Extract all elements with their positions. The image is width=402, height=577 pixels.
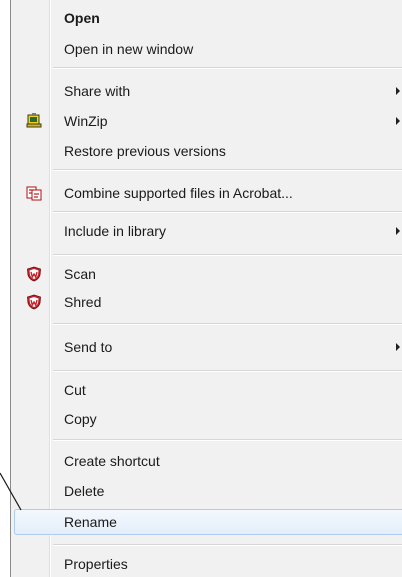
menu-item-label: Restore previous versions xyxy=(64,143,226,159)
submenu-arrow-icon xyxy=(396,87,400,95)
menu-item-label: Share with xyxy=(64,83,131,99)
menu-item-create-shortcut[interactable]: Create shortcut xyxy=(14,448,402,474)
menu-item-label: Copy xyxy=(64,411,97,427)
menu-separator xyxy=(53,323,402,325)
submenu-arrow-icon xyxy=(396,227,400,235)
menu-item-open[interactable]: Open xyxy=(14,5,402,31)
menu-item-restore-previous-versions[interactable]: Restore previous versions xyxy=(14,138,402,164)
menu-separator xyxy=(53,544,402,546)
menu-item-label: Properties xyxy=(64,556,128,572)
menu-item-label: Open in new window xyxy=(64,41,194,57)
menu-item-properties[interactable]: Properties xyxy=(14,551,402,577)
menu-item-label: Combine supported files in Acrobat... xyxy=(64,185,293,201)
menu-item-label: Open xyxy=(64,10,100,26)
menu-item-label: Create shortcut xyxy=(64,453,160,469)
menu-separator xyxy=(53,169,402,171)
menu-item-scan[interactable]: Scan xyxy=(14,261,402,287)
menu-item-label: Shred xyxy=(64,294,102,310)
menu-item-label: Delete xyxy=(64,483,105,499)
menu-separator xyxy=(53,211,402,213)
context-menu: Open Open in new window Share with WinZi… xyxy=(10,0,402,577)
menu-item-combine-acrobat[interactable]: Combine supported files in Acrobat... xyxy=(14,180,402,206)
menu-item-cut[interactable]: Cut xyxy=(14,377,402,403)
acrobat-combine-icon xyxy=(26,185,42,201)
menu-item-label: Send to xyxy=(64,339,113,355)
menu-separator xyxy=(53,254,402,256)
menu-separator xyxy=(53,67,402,69)
menu-item-label: WinZip xyxy=(64,113,108,129)
submenu-arrow-icon xyxy=(396,343,400,351)
menu-item-send-to[interactable]: Send to xyxy=(14,334,402,360)
menu-item-label: Rename xyxy=(64,514,117,530)
menu-item-delete[interactable]: Delete xyxy=(14,478,402,504)
menu-item-shred[interactable]: Shred xyxy=(14,289,402,315)
menu-item-share-with[interactable]: Share with xyxy=(14,78,402,104)
menu-item-copy[interactable]: Copy xyxy=(14,406,402,432)
menu-item-winzip[interactable]: WinZip xyxy=(14,108,402,134)
mcafee-shield-icon xyxy=(26,294,42,310)
submenu-arrow-icon xyxy=(396,117,400,125)
mcafee-shield-icon xyxy=(26,266,42,282)
menu-item-label: Scan xyxy=(64,266,96,282)
menu-separator xyxy=(53,439,402,441)
menu-item-label: Include in library xyxy=(64,223,166,239)
menu-item-label: Cut xyxy=(64,382,86,398)
menu-item-open-in-new-window[interactable]: Open in new window xyxy=(14,36,402,62)
menu-separator xyxy=(53,370,402,372)
winzip-icon xyxy=(26,113,42,129)
menu-item-rename[interactable]: Rename xyxy=(14,509,402,535)
menu-item-include-in-library[interactable]: Include in library xyxy=(14,218,402,244)
